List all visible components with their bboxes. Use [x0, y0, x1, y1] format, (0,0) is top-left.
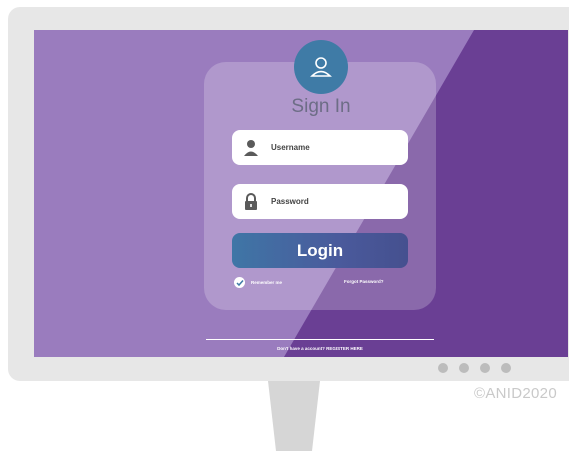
monitor-dot: [438, 363, 448, 373]
avatar-icon: [294, 40, 348, 94]
remember-label: Remember me: [251, 280, 283, 285]
lock-icon: [242, 192, 260, 212]
password-field[interactable]: Password: [232, 184, 408, 219]
monitor-dot: [480, 363, 490, 373]
check-icon[interactable]: [234, 277, 245, 288]
monitor-frame: Sign In Username Password Login Remember…: [8, 7, 569, 381]
divider: [206, 339, 434, 340]
password-placeholder: Password: [271, 197, 309, 206]
monitor-buttons: [438, 363, 511, 373]
register-link[interactable]: Don't have a account? REGISTER HERE: [206, 346, 434, 351]
person-icon: [242, 138, 260, 158]
monitor-dot: [501, 363, 511, 373]
signin-title: Sign In: [291, 96, 351, 117]
forgot-password-link[interactable]: Forgot Password?: [344, 279, 384, 284]
login-button[interactable]: Login: [232, 233, 408, 268]
monitor-dot: [459, 363, 469, 373]
username-placeholder: Username: [271, 143, 310, 152]
remember-me[interactable]: Remember me: [234, 277, 282, 288]
monitor-screen: Sign In Username Password Login Remember…: [34, 30, 568, 357]
username-field[interactable]: Username: [232, 130, 408, 165]
watermark-text: ©ANID2020: [474, 385, 557, 402]
monitor-stand: [268, 381, 320, 451]
